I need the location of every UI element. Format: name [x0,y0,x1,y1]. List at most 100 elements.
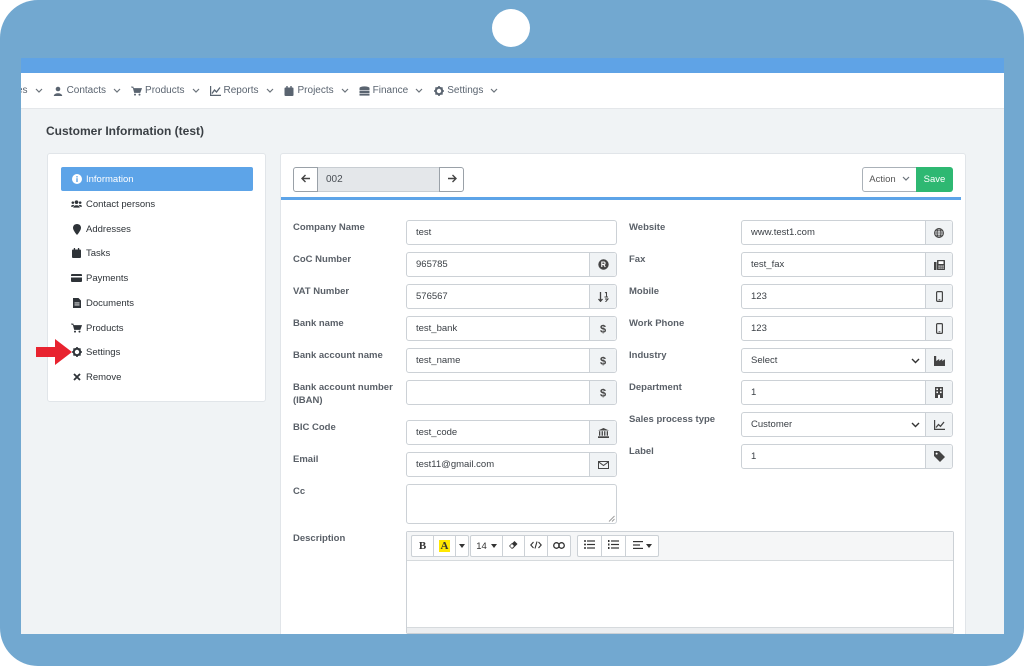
industry-select[interactable]: Select [741,348,953,373]
department-value: 1 [751,387,757,398]
app-screen: es Contacts Products [21,58,1004,634]
caret-down-icon[interactable] [456,536,468,556]
dollar-icon: $ [589,349,616,372]
chevron-down-icon [192,87,200,95]
save-button[interactable]: Save [916,167,953,192]
sidebar-item-label: Tasks [86,247,111,259]
bank-account-name-field[interactable]: test_name $ [406,348,617,373]
previous-record-button[interactable] [293,167,318,192]
sidebar-item-documents[interactable]: Documents [61,291,253,315]
sidebar-item-tasks[interactable]: Tasks [61,241,253,265]
chevron-down-icon [35,87,43,95]
code-view-button[interactable] [525,536,548,556]
cc-label: Cc [293,486,306,497]
bold-button[interactable]: B [412,536,434,556]
nav-item-finance[interactable]: Finance [359,85,424,96]
next-record-button[interactable] [439,167,464,192]
eraser-button[interactable] [503,536,525,556]
coc-number-value: 965785 [416,259,448,270]
sidebar-item-settings[interactable]: Settings [61,340,253,364]
chevron-down-icon [905,413,925,436]
chevron-down-icon [905,349,925,372]
bank-account-name-value: test_name [416,355,461,366]
bank-name-field[interactable]: test_bank $ [406,316,617,341]
work-phone-value: 123 [751,323,767,334]
registered-icon [589,253,616,276]
link-button[interactable] [548,536,570,556]
nav-item-products[interactable]: Products [131,85,199,96]
description-editor[interactable]: B A 14 [406,531,954,634]
nav-item-partial[interactable]: es [21,85,43,96]
website-value: www.test1.com [751,227,815,238]
numbered-list-button[interactable] [602,536,626,556]
sidebar-item-label: Products [86,322,124,334]
label-value: 1 [751,451,757,462]
chevron-down-icon [415,87,423,95]
record-number: 002 [318,167,439,192]
website-field[interactable]: www.test1.com [741,220,953,245]
sidebar-item-label: Contact persons [86,198,156,210]
mobile-field[interactable]: 123 [741,284,953,309]
nav-item-label: Finance [372,85,409,96]
file-icon [71,298,82,309]
link-icon [553,541,565,552]
sidebar-item-payments[interactable]: Payments [61,266,253,290]
bank-name-label: Bank name [293,318,344,329]
highlight-color-button[interactable]: A [434,536,456,556]
editor-resize-bar[interactable] [407,627,953,633]
editor-list-group [577,535,659,557]
sidebar-item-information[interactable]: Information [61,167,253,191]
company-name-value: test [416,227,432,238]
sidebar-item-contact-persons[interactable]: Contact persons [61,192,253,216]
company-name-field[interactable]: test [406,220,617,245]
nav-item-reports[interactable]: Reports [209,85,274,96]
header-divider [281,197,961,200]
description-label: Description [293,533,346,544]
sort-numeric-icon [589,285,616,308]
mobile-phone-icon [925,285,952,308]
calendar-icon [284,85,295,96]
department-field[interactable]: 1 [741,380,953,405]
sidebar-item-remove[interactable]: Remove [61,365,253,389]
nav-item-projects[interactable]: Projects [284,85,349,96]
sidebar-item-label: Documents [86,297,135,309]
chevron-down-icon [113,87,121,95]
sidebar-item-label: Information [86,173,134,185]
highlight-letter: A [438,540,451,552]
bic-code-field[interactable]: test_code [406,420,617,445]
nav-item-contacts[interactable]: Contacts [53,85,121,96]
email-field[interactable]: test11@gmail.com [406,452,617,477]
bank-account-number-label-line2: (IBAN) [293,395,323,406]
sidebar-item-products[interactable]: Products [61,316,253,340]
work-phone-field[interactable]: 123 [741,316,953,341]
coc-number-field[interactable]: 965785 [406,252,617,277]
nav-item-settings[interactable]: Settings [433,85,498,96]
customer-form-card: 002 Action Save Company Name test CoC Nu… [280,153,966,634]
cc-textarea[interactable] [406,484,617,524]
email-value: test11@gmail.com [416,459,495,470]
bullet-list-button[interactable] [578,536,602,556]
editor-format-group: B A [411,535,469,557]
camera-dot [492,9,530,47]
label-field[interactable]: 1 [741,444,953,469]
email-label: Email [293,454,319,465]
bank-account-number-field[interactable]: $ [406,380,617,405]
action-label: Action [869,174,896,185]
fax-field[interactable]: test_fax [741,252,953,277]
paragraph-align-dropdown[interactable] [626,536,658,556]
resize-grip-icon[interactable] [608,515,615,522]
envelope-icon [589,453,616,476]
sales-process-type-select[interactable]: Customer [741,412,953,437]
work-phone-label: Work Phone [629,318,685,329]
action-dropdown-button[interactable]: Action [862,167,917,192]
dollar-icon: $ [589,317,616,340]
line-chart-icon [925,413,952,436]
bic-code-value: test_code [416,427,458,438]
sidebar-item-addresses[interactable]: Addresses [61,217,253,241]
users-icon [71,199,82,210]
tag-icon [925,445,952,468]
bullet-list-icon [584,540,595,552]
font-size-dropdown[interactable]: 14 [471,536,503,556]
industry-icon [925,349,952,372]
vat-number-field[interactable]: 576567 [406,284,617,309]
